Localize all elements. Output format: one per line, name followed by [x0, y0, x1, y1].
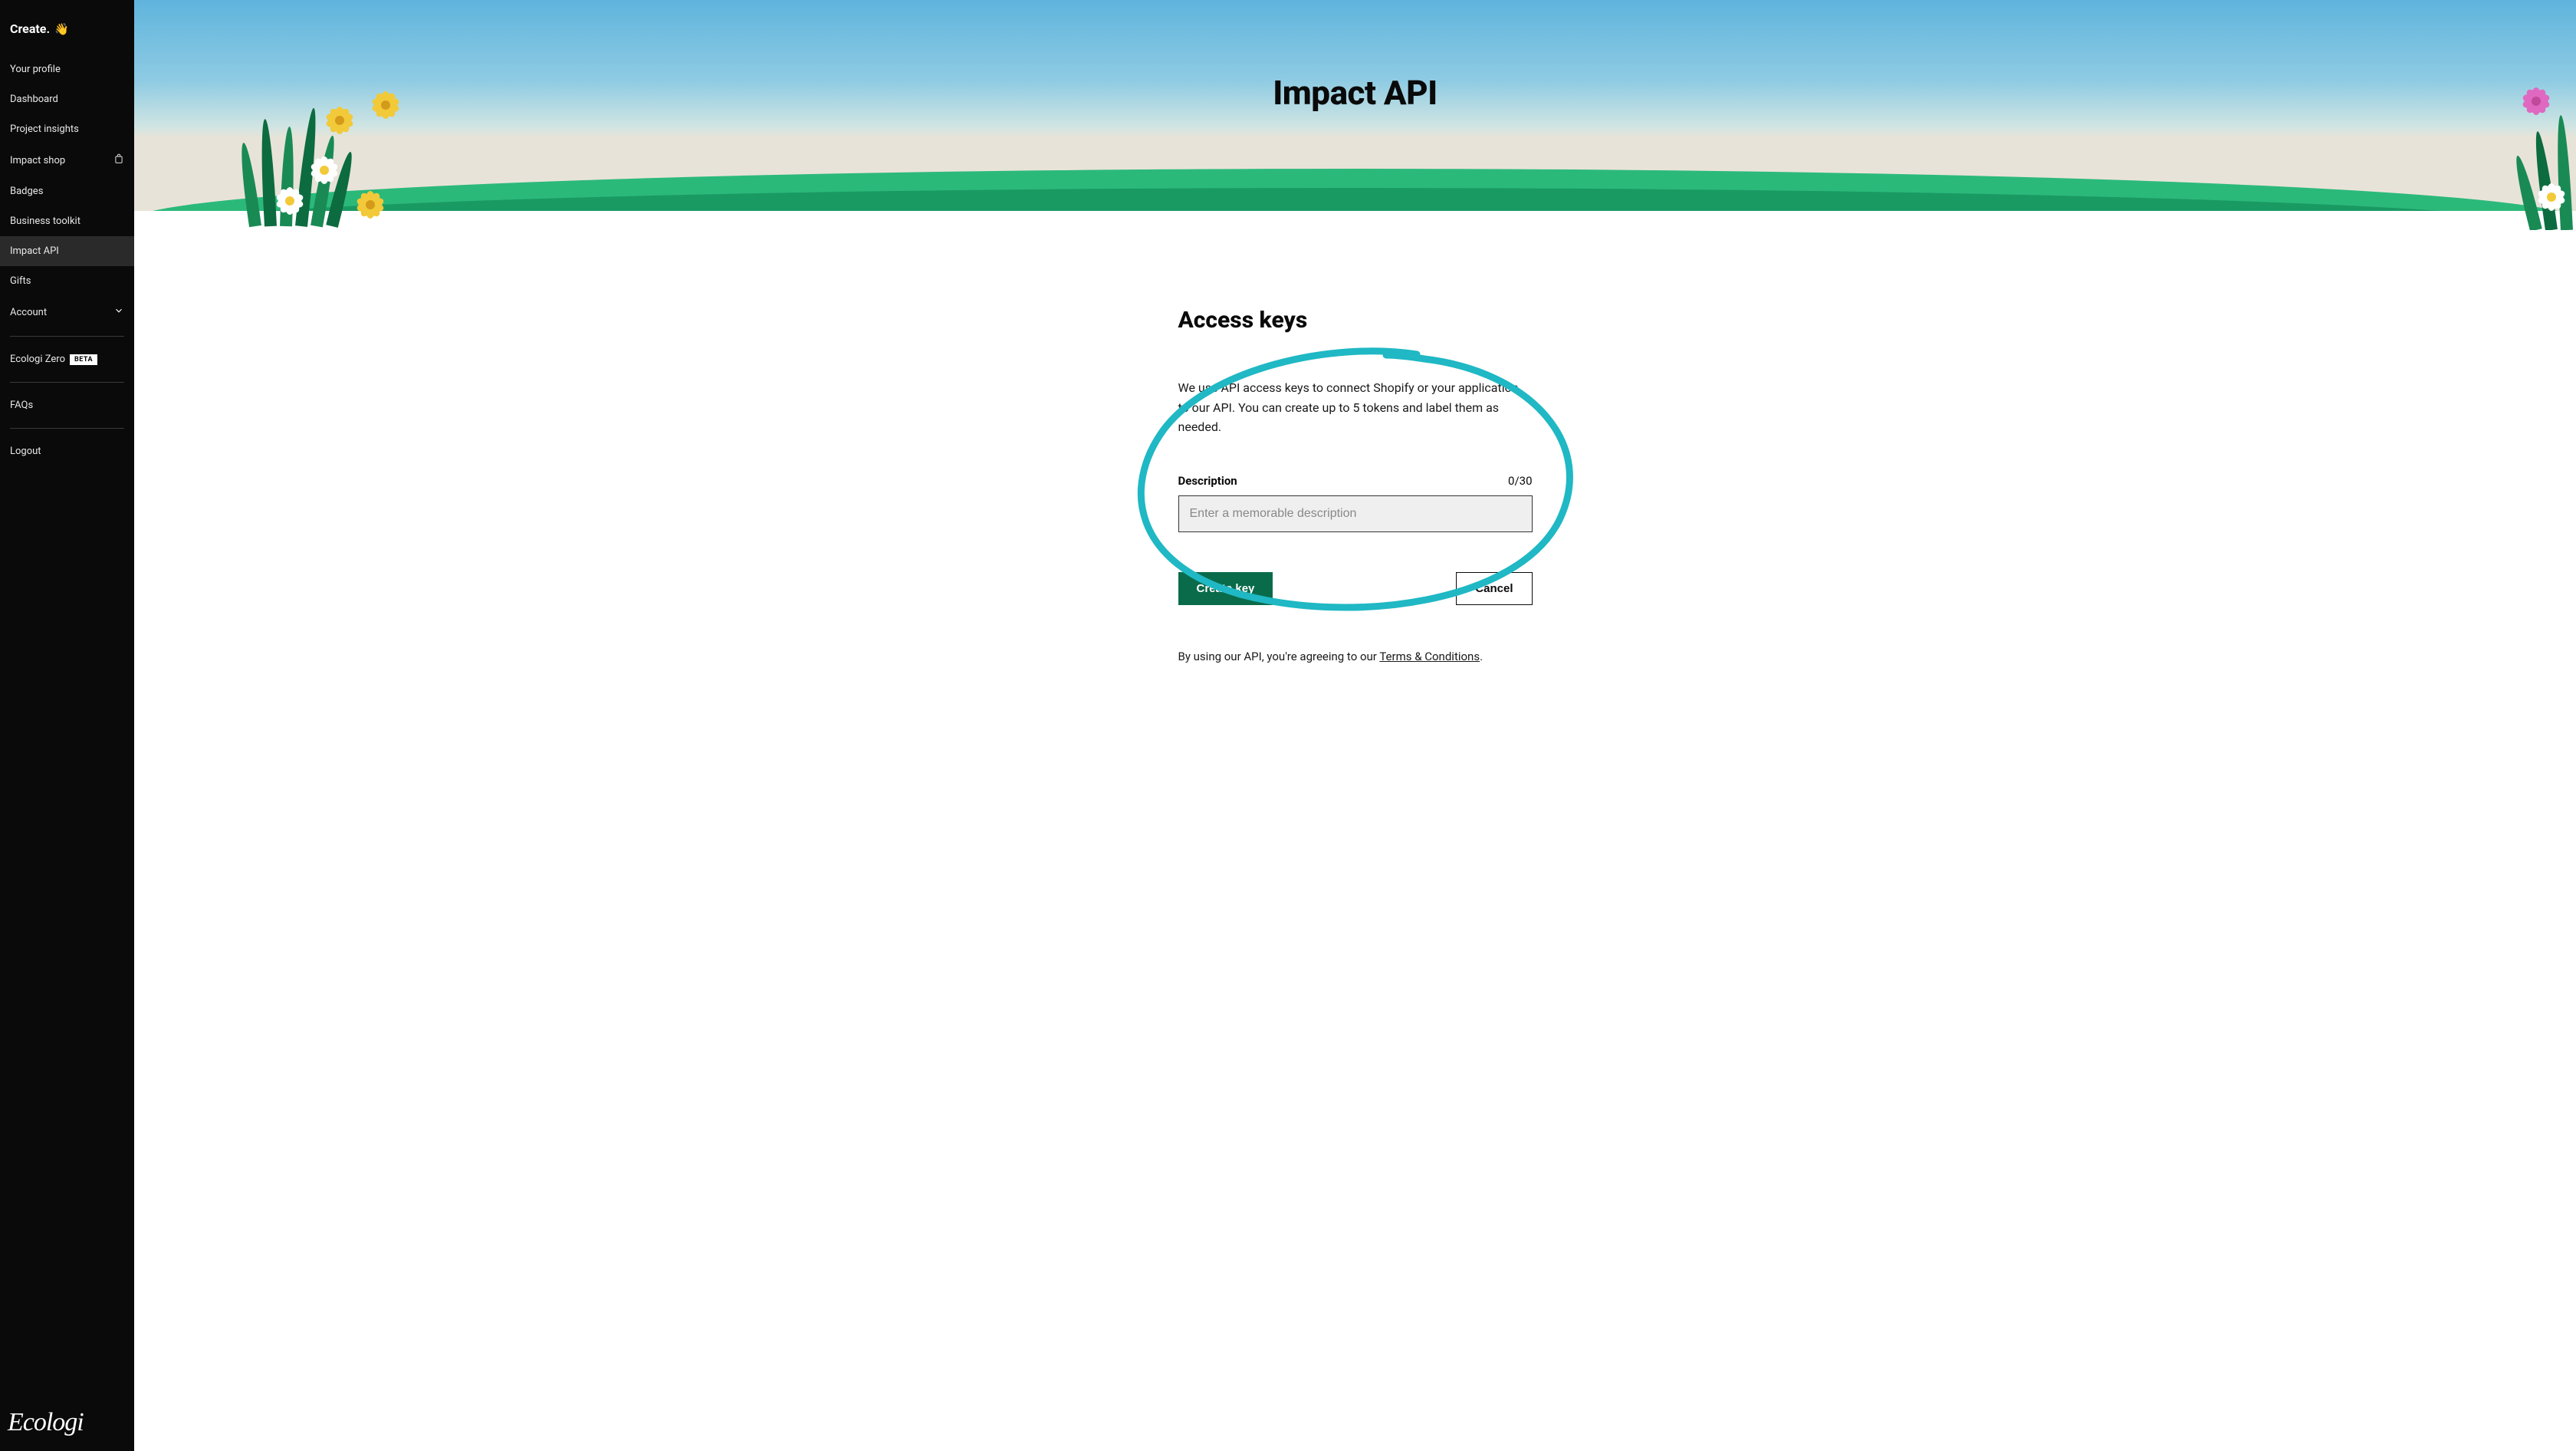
- terms-footnote: By using our API, you're agreeing to our…: [1178, 650, 1533, 663]
- nav-label: Project insights: [10, 123, 79, 135]
- nav-item-account[interactable]: Account: [0, 296, 134, 328]
- nav-label: Ecologi Zero: [10, 354, 65, 365]
- nav-label: Dashboard: [10, 94, 58, 105]
- nav-item-faqs[interactable]: FAQs: [0, 390, 134, 420]
- nav-item-your-profile[interactable]: Your profile: [0, 54, 134, 84]
- nav-label: Impact shop: [10, 155, 65, 166]
- terms-link[interactable]: Terms & Conditions: [1379, 650, 1480, 663]
- nav-label: Badges: [10, 186, 43, 197]
- shopping-bag-icon: [113, 153, 124, 167]
- char-counter: 0/30: [1508, 474, 1532, 488]
- chevron-down-icon: [113, 305, 124, 319]
- access-keys-section: Access keys We use API access keys to co…: [1171, 307, 1540, 663]
- create-key-button[interactable]: Create key: [1178, 572, 1273, 605]
- field-header: Description 0/30: [1178, 474, 1533, 488]
- nav-item-logout[interactable]: Logout: [0, 436, 134, 466]
- nav-item-project-insights[interactable]: Project insights: [0, 114, 134, 144]
- nav-item-ecologi-zero[interactable]: Ecologi Zero BETA: [0, 344, 134, 374]
- nav-item-business-toolkit[interactable]: Business toolkit: [0, 206, 134, 236]
- nav-item-impact-api[interactable]: Impact API: [0, 236, 134, 266]
- nav-item-dashboard[interactable]: Dashboard: [0, 84, 134, 114]
- cancel-button[interactable]: Cancel: [1456, 572, 1532, 605]
- nav-item-gifts[interactable]: Gifts: [0, 266, 134, 296]
- button-row: Create key Cancel: [1178, 572, 1533, 605]
- sidebar-header: Create. 👋: [0, 0, 134, 54]
- beta-badge: BETA: [70, 354, 97, 365]
- section-description: We use API access keys to connect Shopif…: [1178, 378, 1533, 437]
- sidebar-footer: Ecologi: [0, 1408, 134, 1451]
- sidebar: Create. 👋 Your profile Dashboard Project…: [0, 0, 134, 1451]
- main-content: Impact API Access keys We use API access…: [134, 0, 2576, 1451]
- nav-item-badges[interactable]: Badges: [0, 176, 134, 206]
- nav-label: Business toolkit: [10, 216, 80, 227]
- footnote-suffix: .: [1480, 650, 1483, 663]
- brand-logo: Ecologi: [8, 1408, 127, 1437]
- sidebar-title: Create.: [10, 21, 50, 36]
- nav-label: FAQs: [10, 400, 33, 411]
- nav-label: Gifts: [10, 275, 31, 287]
- footnote-prefix: By using our API, you're agreeing to our: [1178, 650, 1380, 663]
- nav-divider: [10, 428, 124, 429]
- section-title: Access keys: [1178, 307, 1533, 334]
- nav-divider: [10, 382, 124, 383]
- wave-icon: 👋: [54, 22, 69, 36]
- nav-label: Logout: [10, 446, 41, 457]
- nav-item-impact-shop[interactable]: Impact shop: [0, 144, 134, 176]
- nav-list: Your profile Dashboard Project insights …: [0, 54, 134, 1408]
- hero-banner: Impact API: [134, 0, 2576, 230]
- page-title: Impact API: [1273, 73, 1438, 113]
- nav-label: Impact API: [10, 245, 59, 257]
- nav-label: Your profile: [10, 64, 61, 75]
- nav-divider: [10, 336, 124, 337]
- description-field-label: Description: [1178, 474, 1237, 488]
- description-input[interactable]: [1178, 495, 1533, 532]
- nav-label: Account: [10, 307, 47, 318]
